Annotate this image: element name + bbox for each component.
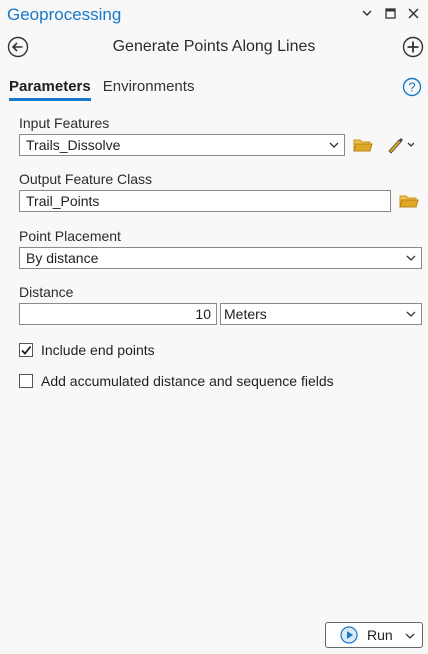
output-class-label: Output Feature Class xyxy=(19,171,153,187)
include-end-points-checkbox[interactable] xyxy=(19,343,33,357)
distance-unit-select[interactable]: Meters xyxy=(220,303,422,325)
chevron-down-icon[interactable] xyxy=(405,629,415,641)
chevron-down-icon xyxy=(329,135,339,155)
distance-unit-value: Meters xyxy=(224,306,267,322)
point-placement-value: By distance xyxy=(26,250,99,266)
chevron-down-icon xyxy=(406,304,416,324)
window-controls xyxy=(360,6,420,20)
maximize-icon[interactable] xyxy=(383,6,397,20)
point-placement-label: Point Placement xyxy=(19,228,121,244)
include-end-points-option[interactable]: Include end points xyxy=(19,342,155,358)
chevron-down-icon[interactable] xyxy=(360,6,374,20)
edit-pencil-icon[interactable] xyxy=(386,136,414,154)
accumulated-distance-option[interactable]: Add accumulated distance and sequence fi… xyxy=(19,373,334,389)
svg-text:?: ? xyxy=(408,80,415,95)
distance-value: 10 xyxy=(195,306,211,322)
pane-header: Geoprocessing xyxy=(0,0,428,30)
accumulated-distance-checkbox[interactable] xyxy=(19,374,33,388)
tab-parameters[interactable]: Parameters xyxy=(9,78,91,101)
folder-open-icon[interactable] xyxy=(353,137,373,153)
input-features-value: Trails_Dissolve xyxy=(26,137,121,153)
input-features-select[interactable]: Trails_Dissolve xyxy=(19,134,345,156)
distance-label: Distance xyxy=(19,284,74,300)
run-label: Run xyxy=(367,627,393,643)
tool-title: Generate Points Along Lines xyxy=(112,38,316,55)
add-plus-icon[interactable] xyxy=(402,36,424,58)
checkmark-icon xyxy=(21,345,32,355)
tab-bar: Parameters Environments xyxy=(9,78,194,101)
include-end-points-label: Include end points xyxy=(41,342,155,358)
pane-title: Geoprocessing xyxy=(7,5,122,24)
tool-header: Generate Points Along Lines xyxy=(0,33,428,61)
point-placement-select[interactable]: By distance xyxy=(19,247,422,269)
run-button[interactable]: Run xyxy=(325,622,423,648)
input-features-label: Input Features xyxy=(19,115,110,131)
distance-input[interactable]: 10 xyxy=(19,303,217,325)
chevron-down-icon xyxy=(406,248,416,268)
output-class-value: Trail_Points xyxy=(26,193,100,209)
help-icon[interactable]: ? xyxy=(402,77,422,97)
tab-environments[interactable]: Environments xyxy=(103,78,195,101)
folder-open-icon[interactable] xyxy=(399,193,419,209)
play-icon xyxy=(340,626,358,644)
close-icon[interactable] xyxy=(406,6,420,20)
accumulated-distance-label: Add accumulated distance and sequence fi… xyxy=(41,373,334,389)
output-class-input[interactable]: Trail_Points xyxy=(19,190,391,212)
